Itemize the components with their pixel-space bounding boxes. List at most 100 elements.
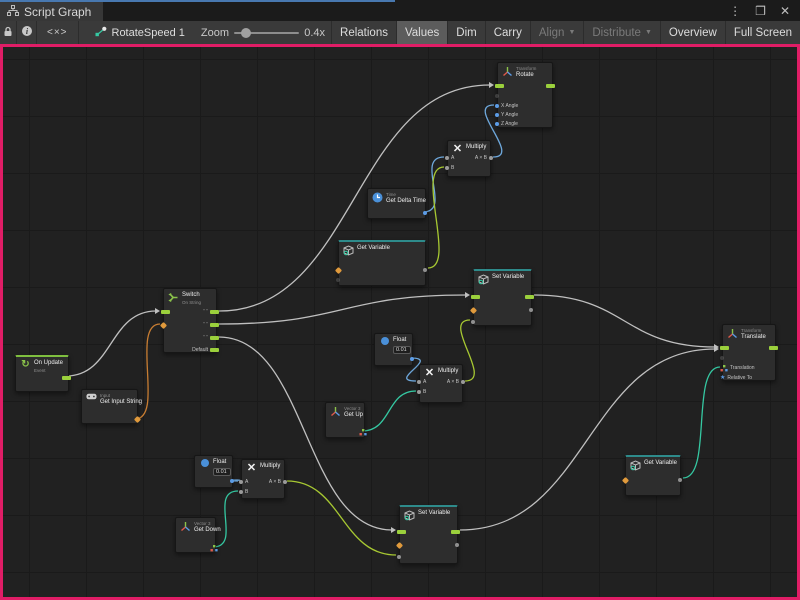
port-label: B (423, 389, 426, 395)
port-label: Translation (730, 365, 755, 371)
flow-port[interactable] (210, 310, 219, 314)
vector3-port[interactable] (359, 429, 367, 436)
value-port[interactable] (423, 268, 427, 272)
lock-button[interactable] (0, 21, 17, 44)
node-multiply-top[interactable]: ✕MultiplyAA × BB (447, 140, 491, 177)
node-float-top[interactable]: Float0.01 (374, 333, 413, 366)
collapse-button[interactable]: <×> (37, 21, 79, 44)
value-input[interactable]: 0.01 (393, 346, 411, 354)
flow-port[interactable] (720, 346, 729, 350)
node-header: InputGet Input String (82, 390, 137, 408)
value-port[interactable] (495, 122, 499, 126)
toolbar-button-overview[interactable]: Overview (660, 21, 725, 44)
node-set-variable-bottom[interactable]: Set Variable (399, 505, 458, 564)
menu-icon[interactable]: ⋮ (729, 5, 741, 17)
tab-script-graph[interactable]: Script Graph (0, 2, 103, 21)
toolbar-button-values[interactable]: Values (396, 21, 447, 44)
flow-port[interactable] (471, 295, 480, 299)
node-on-update[interactable]: ↻On UpdateEvent (15, 355, 69, 392)
node-set-variable-mid[interactable]: Set Variable (473, 269, 532, 326)
flow-port[interactable] (451, 530, 460, 534)
node-get-input-string[interactable]: InputGet Input String (81, 389, 138, 424)
object-port[interactable]: ★ (720, 376, 725, 381)
transform-axes-icon (727, 328, 738, 339)
node-vector3-get-down[interactable]: Vector 3Get Down (175, 517, 216, 553)
flow-port[interactable] (525, 295, 534, 299)
multiply-icon: ✕ (425, 368, 434, 378)
node-multiply-mid[interactable]: ✕MultiplyAA × BB (419, 364, 463, 403)
value-port[interactable] (410, 357, 414, 361)
node-float-bottom[interactable]: Float0.01 (194, 455, 233, 488)
ghost-port (336, 278, 340, 282)
flow-port[interactable] (769, 346, 778, 350)
node-get-delta-time[interactable]: TimeGet Delta Time (367, 188, 426, 219)
value-port[interactable] (471, 320, 475, 324)
toolbar-button-full-screen[interactable]: Full Screen (725, 21, 800, 44)
value-port[interactable] (489, 156, 493, 160)
graph-canvas[interactable]: ↻On UpdateEventInputGet Input StringSwit… (0, 44, 800, 600)
vector3-icon (180, 521, 191, 532)
value-port[interactable] (230, 479, 234, 483)
lock-icon (3, 24, 13, 42)
window-accent-line (0, 0, 395, 2)
value-port[interactable] (495, 104, 499, 108)
flow-port[interactable] (546, 84, 555, 88)
node-multiply-bottom[interactable]: ✕MultiplyAA × BB (241, 459, 285, 499)
port-label: A (245, 479, 248, 485)
transform-axes-icon (502, 66, 513, 77)
variable-name-port[interactable] (160, 321, 167, 328)
value-port[interactable] (239, 480, 243, 484)
variable-name-port[interactable] (622, 476, 629, 483)
value-port[interactable] (239, 490, 243, 494)
variable-name-port[interactable] (470, 306, 477, 313)
ghost-port (720, 356, 724, 360)
node-vector3-get-up[interactable]: Vector 3Get Up (325, 402, 365, 438)
node-get-variable-top[interactable]: Get Variable (338, 240, 426, 286)
flow-port[interactable] (397, 530, 406, 534)
info-button[interactable]: i (17, 21, 37, 44)
node-title: Set Variable (418, 510, 450, 518)
value-port[interactable] (495, 113, 499, 117)
variable-name-port[interactable] (134, 415, 141, 422)
tab-title: Script Graph (24, 5, 91, 19)
flow-port[interactable] (210, 336, 219, 340)
variable-box-icon (630, 460, 641, 471)
node-header: Vector 3Get Down (176, 518, 215, 536)
value-port[interactable] (445, 166, 449, 170)
value-port[interactable] (397, 555, 401, 559)
value-port[interactable] (417, 390, 421, 394)
port-label: " " (203, 309, 208, 315)
toolbar-button-carry[interactable]: Carry (485, 21, 530, 44)
flow-port[interactable] (210, 323, 219, 327)
node-get-variable-right[interactable]: Get Variable (625, 455, 681, 496)
port-label: " " (203, 322, 208, 328)
value-port[interactable] (283, 480, 287, 484)
flow-port[interactable] (210, 348, 219, 352)
node-rotate[interactable]: TransformRotateX AngleY AngleZ Angle (497, 62, 553, 128)
value-port[interactable] (455, 543, 459, 547)
vector3-port[interactable] (720, 365, 728, 372)
flow-port[interactable] (161, 310, 170, 314)
value-port[interactable] (461, 380, 465, 384)
maximize-icon[interactable]: ❒ (755, 5, 766, 17)
value-port[interactable] (445, 156, 449, 160)
value-port[interactable] (678, 478, 682, 482)
variable-name-port[interactable] (335, 266, 342, 273)
node-title: Float (393, 337, 411, 345)
value-port[interactable] (423, 211, 427, 215)
value-input[interactable]: 0.01 (213, 468, 231, 476)
value-port[interactable] (417, 380, 421, 384)
close-icon[interactable]: ✕ (780, 5, 790, 17)
node-switch-on-string[interactable]: SwitchOn String" "" "" "Default (163, 288, 217, 353)
zoom-slider[interactable] (234, 21, 299, 44)
flow-port[interactable] (495, 84, 504, 88)
graph-reference[interactable]: RotateSpeed 1 (95, 21, 185, 44)
toolbar-button-relations[interactable]: Relations (331, 21, 396, 44)
zoom-slider-handle[interactable] (241, 28, 251, 38)
flow-port[interactable] (62, 376, 71, 380)
vector3-port[interactable] (210, 545, 218, 552)
node-translate[interactable]: TransformTranslateTranslation★Relative T… (722, 324, 776, 381)
toolbar-button-dim[interactable]: Dim (447, 21, 484, 44)
value-port[interactable] (529, 308, 533, 312)
variable-name-port[interactable] (396, 541, 403, 548)
